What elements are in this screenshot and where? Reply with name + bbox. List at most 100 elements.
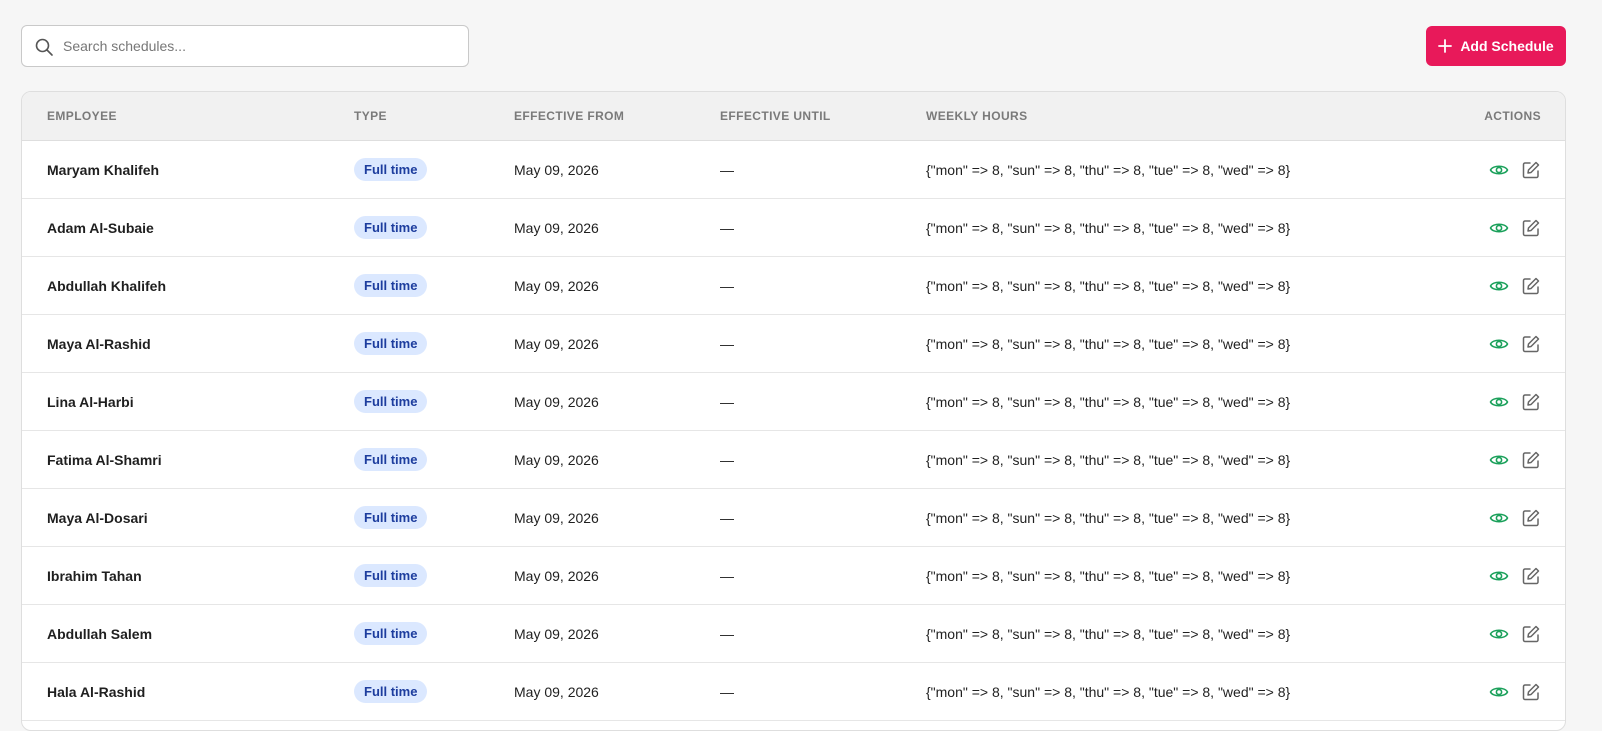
table-row: Maya Al-Rashid Full time May 09, 2026 — … (22, 315, 1565, 373)
row-actions (1489, 334, 1541, 354)
type-badge: Full time (354, 506, 428, 529)
employee-name: Abdullah Salem (47, 626, 153, 642)
effective-until: — (720, 162, 734, 178)
effective-from: May 09, 2026 (514, 220, 599, 236)
weekly-hours: {"mon" => 8, "sun" => 8, "thu" => 8, "tu… (926, 336, 1291, 352)
effective-from: May 09, 2026 (514, 394, 599, 410)
eye-icon[interactable] (1489, 334, 1509, 354)
weekly-hours: {"mon" => 8, "sun" => 8, "thu" => 8, "tu… (926, 568, 1291, 584)
effective-from: May 09, 2026 (514, 626, 599, 642)
effective-from: May 09, 2026 (514, 568, 599, 584)
header-weekly-hours: WEEKLY HOURS (926, 109, 1028, 123)
edit-icon[interactable] (1521, 160, 1541, 180)
toolbar: Add Schedule (21, 25, 1566, 67)
header-effective-from: EFFECTIVE FROM (514, 109, 625, 123)
effective-until: — (720, 394, 734, 410)
type-cell: Full time (354, 390, 428, 413)
edit-icon[interactable] (1521, 276, 1541, 296)
type-cell: Full time (354, 448, 428, 471)
row-actions (1489, 392, 1541, 412)
employee-name: Lina Al-Harbi (47, 394, 134, 410)
weekly-hours: {"mon" => 8, "sun" => 8, "thu" => 8, "tu… (926, 162, 1291, 178)
eye-icon[interactable] (1489, 566, 1509, 586)
add-schedule-label: Add Schedule (1460, 38, 1554, 54)
type-cell: Full time (354, 274, 428, 297)
employee-name: Hala Al-Rashid (47, 684, 146, 700)
type-badge: Full time (354, 564, 428, 587)
edit-icon[interactable] (1521, 218, 1541, 238)
row-actions (1489, 218, 1541, 238)
eye-icon[interactable] (1489, 276, 1509, 296)
type-cell: Full time (354, 680, 428, 703)
eye-icon[interactable] (1489, 508, 1509, 528)
edit-icon[interactable] (1521, 566, 1541, 586)
weekly-hours: {"mon" => 8, "sun" => 8, "thu" => 8, "tu… (926, 452, 1291, 468)
type-cell: Full time (354, 158, 428, 181)
table-header: EMPLOYEE TYPE EFFECTIVE FROM EFFECTIVE U… (22, 92, 1565, 141)
type-badge: Full time (354, 332, 428, 355)
row-actions (1489, 276, 1541, 296)
effective-until: — (720, 278, 734, 294)
type-badge: Full time (354, 216, 428, 239)
weekly-hours: {"mon" => 8, "sun" => 8, "thu" => 8, "tu… (926, 684, 1291, 700)
table-row: Maryam Khalifeh Full time May 09, 2026 —… (22, 141, 1565, 199)
edit-icon[interactable] (1521, 450, 1541, 470)
type-badge: Full time (354, 680, 428, 703)
edit-icon[interactable] (1521, 624, 1541, 644)
effective-from: May 09, 2026 (514, 510, 599, 526)
weekly-hours: {"mon" => 8, "sun" => 8, "thu" => 8, "tu… (926, 626, 1291, 642)
effective-until: — (720, 626, 734, 642)
effective-until: — (720, 220, 734, 236)
row-actions (1489, 450, 1541, 470)
type-cell: Full time (354, 332, 428, 355)
table-row: Abdullah Salem Full time May 09, 2026 — … (22, 605, 1565, 663)
header-type: TYPE (354, 109, 387, 123)
eye-icon[interactable] (1489, 218, 1509, 238)
weekly-hours: {"mon" => 8, "sun" => 8, "thu" => 8, "tu… (926, 394, 1291, 410)
type-cell: Full time (354, 622, 428, 645)
table-row: Adam Al-Subaie Full time May 09, 2026 — … (22, 199, 1565, 257)
effective-until: — (720, 568, 734, 584)
row-actions (1489, 682, 1541, 702)
eye-icon[interactable] (1489, 682, 1509, 702)
type-badge: Full time (354, 390, 428, 413)
weekly-hours: {"mon" => 8, "sun" => 8, "thu" => 8, "tu… (926, 278, 1291, 294)
row-actions (1489, 566, 1541, 586)
weekly-hours: {"mon" => 8, "sun" => 8, "thu" => 8, "tu… (926, 220, 1291, 236)
table-row: Hala Al-Rashid Full time May 09, 2026 — … (22, 663, 1565, 721)
table-row: Fatima Al-Shamri Full time May 09, 2026 … (22, 431, 1565, 489)
row-actions (1489, 160, 1541, 180)
eye-icon[interactable] (1489, 450, 1509, 470)
eye-icon[interactable] (1489, 160, 1509, 180)
effective-from: May 09, 2026 (514, 162, 599, 178)
table-body: Maryam Khalifeh Full time May 09, 2026 —… (22, 141, 1565, 721)
header-employee: EMPLOYEE (47, 109, 117, 123)
eye-icon[interactable] (1489, 392, 1509, 412)
search-icon (35, 38, 53, 56)
row-actions (1489, 508, 1541, 528)
effective-from: May 09, 2026 (514, 278, 599, 294)
schedules-table: EMPLOYEE TYPE EFFECTIVE FROM EFFECTIVE U… (21, 91, 1566, 731)
search-input[interactable] (63, 31, 453, 61)
table-row: Abdullah Khalifeh Full time May 09, 2026… (22, 257, 1565, 315)
effective-from: May 09, 2026 (514, 336, 599, 352)
type-badge: Full time (354, 622, 428, 645)
type-cell: Full time (354, 564, 428, 587)
eye-icon[interactable] (1489, 624, 1509, 644)
effective-from: May 09, 2026 (514, 684, 599, 700)
edit-icon[interactable] (1521, 682, 1541, 702)
effective-until: — (720, 336, 734, 352)
type-badge: Full time (354, 274, 428, 297)
effective-from: May 09, 2026 (514, 452, 599, 468)
employee-name: Ibrahim Tahan (47, 568, 142, 584)
header-actions: ACTIONS (1484, 109, 1541, 123)
edit-icon[interactable] (1521, 334, 1541, 354)
edit-icon[interactable] (1521, 392, 1541, 412)
type-cell: Full time (354, 506, 428, 529)
add-schedule-button[interactable]: Add Schedule (1426, 26, 1566, 66)
weekly-hours: {"mon" => 8, "sun" => 8, "thu" => 8, "tu… (926, 510, 1291, 526)
search-box[interactable] (21, 25, 469, 67)
edit-icon[interactable] (1521, 508, 1541, 528)
employee-name: Maya Al-Dosari (47, 510, 148, 526)
header-effective-until: EFFECTIVE UNTIL (720, 109, 831, 123)
